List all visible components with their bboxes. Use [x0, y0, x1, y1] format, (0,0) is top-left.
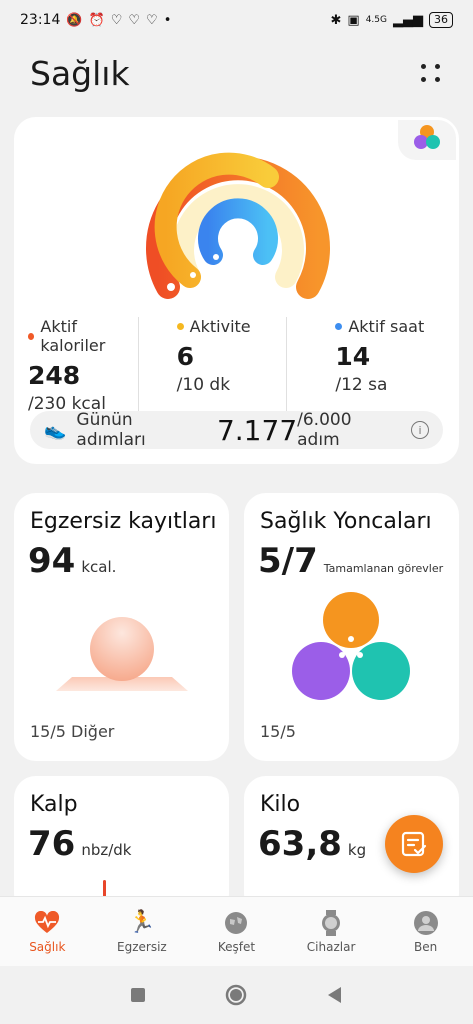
metric-activity: Aktivite 6 /10 dk	[137, 317, 287, 414]
bottom-navigation: Sağlık 🏃 Egzersiz Keşfet Cihazlar Ben	[0, 896, 473, 966]
card-title: Kalp	[30, 792, 78, 817]
info-icon[interactable]: i	[411, 421, 429, 439]
globe-icon	[223, 910, 249, 936]
clover-illustration	[292, 592, 410, 700]
metric-active-calories: Aktif kaloriler 248 /230 kcal	[28, 317, 138, 414]
exercise-ball-illustration	[56, 617, 188, 691]
weight-value: 63,8 kg	[258, 824, 366, 864]
card-title: Egzersiz kayıtları	[30, 509, 217, 534]
home-circle-icon[interactable]	[225, 984, 247, 1006]
exercise-unit: kcal.	[81, 558, 117, 576]
nav-item-me[interactable]: Ben	[386, 910, 466, 954]
network-label: 4.5G	[365, 15, 387, 25]
record-fab-button[interactable]	[385, 815, 443, 873]
exercise-records-card[interactable]: Egzersiz kayıtları 94 kcal. 15/5 Diğer	[14, 493, 229, 761]
exercise-number: 94	[28, 541, 76, 581]
metric-label: Aktif kaloriler	[40, 317, 106, 355]
signal-icon: ▂▄▆	[393, 12, 423, 28]
activity-summary-card[interactable]: Aktif kaloriler 248 /230 kcal Aktivite 6…	[14, 117, 459, 464]
heart-unit: nbz/dk	[81, 841, 132, 859]
shoe-icon: 👟	[44, 419, 67, 441]
activity-rings-chart	[146, 152, 330, 299]
back-triangle-icon[interactable]	[327, 986, 343, 1004]
heart-number: 76	[28, 824, 76, 864]
recents-square-icon[interactable]	[130, 987, 146, 1003]
calories-dot-icon	[28, 332, 35, 340]
clover-number: 5/7	[258, 541, 318, 581]
activity-metrics: Aktif kaloriler 248 /230 kcal Aktivite 6…	[28, 317, 445, 414]
system-navigation-bar	[0, 966, 473, 1024]
clover-shortcut-icon[interactable]	[398, 120, 456, 160]
metric-value: 14	[335, 342, 371, 371]
exercise-value: 94 kcal.	[28, 541, 116, 581]
metric-goal: /12 sa	[335, 375, 388, 395]
person-icon	[413, 910, 439, 936]
heart-rate-card[interactable]: Kalp 76 nbz/dk	[14, 776, 229, 916]
clover-subtitle: Tamamlanan görevler	[323, 562, 444, 575]
nav-item-exercise[interactable]: 🏃 Egzersiz	[102, 910, 182, 954]
steps-label: Günün adımları	[76, 410, 146, 450]
heart-pulse-icon	[34, 910, 60, 936]
weight-number: 63,8	[258, 824, 342, 864]
card-title: Kilo	[260, 792, 301, 817]
page-header: Sağlık	[30, 48, 443, 98]
steps-goal: /6.000 adım	[297, 410, 352, 450]
clover-footer: 15/5	[260, 722, 296, 741]
health-status-icon: ♡	[110, 12, 123, 28]
volte-icon: ▣	[347, 12, 360, 28]
mute-icon: 🔕	[66, 12, 83, 28]
more-options-icon[interactable]	[419, 61, 443, 85]
metric-goal: /10 dk	[176, 375, 231, 395]
metric-label: Aktivite	[189, 317, 251, 336]
nav-item-health[interactable]: Sağlık	[7, 910, 87, 954]
bluetooth-icon: ✱	[330, 12, 342, 28]
status-time: 23:14	[20, 12, 61, 28]
metric-value: 248	[28, 361, 81, 390]
nav-item-devices[interactable]: Cihazlar	[291, 909, 371, 954]
nav-label: Keşfet	[217, 939, 256, 954]
health-status-icon: ♡	[146, 12, 158, 28]
active-hours-ring	[198, 198, 278, 265]
health-clover-card[interactable]: Sağlık Yoncaları 5/7 Tamamlanan görevler …	[244, 493, 459, 761]
nav-label: Ben	[414, 939, 438, 954]
watch-icon	[318, 909, 344, 936]
page-title: Sağlık	[30, 53, 130, 93]
activity-dot-icon	[176, 323, 184, 330]
card-title: Sağlık Yoncaları	[260, 509, 432, 534]
nav-item-discover[interactable]: Keşfet	[196, 910, 276, 954]
metric-value: 6	[176, 342, 195, 371]
status-bar: 23:14 🔕 ⏰ ♡ ♡ ♡ • ✱ ▣ 4.5G ▂▄▆ 36	[0, 0, 473, 40]
steps-value: 7.177	[216, 413, 298, 447]
notes-check-icon	[401, 831, 427, 857]
hours-dot-icon	[335, 323, 343, 330]
more-notifications-icon: •	[163, 12, 172, 28]
exercise-footer: 15/5 Diğer	[30, 722, 115, 741]
daily-steps-bar[interactable]: 👟 Günün adımları 7.177/6.000 adım i	[30, 410, 443, 450]
weight-unit: kg	[347, 841, 367, 859]
nav-label: Sağlık	[29, 939, 66, 954]
alarm-icon: ⏰	[88, 12, 105, 28]
metric-active-hours: Aktif saat 14 /12 sa	[286, 317, 445, 414]
clover-value: 5/7 Tamamlanan görevler	[258, 541, 443, 581]
heart-value: 76 nbz/dk	[28, 824, 132, 864]
nav-label: Egzersiz	[117, 939, 167, 954]
battery-icon: 36	[429, 12, 453, 28]
health-status-icon: ♡	[128, 12, 141, 28]
running-icon: 🏃	[128, 910, 156, 935]
metric-label: Aktif saat	[348, 317, 425, 336]
nav-label: Cihazlar	[306, 939, 356, 954]
